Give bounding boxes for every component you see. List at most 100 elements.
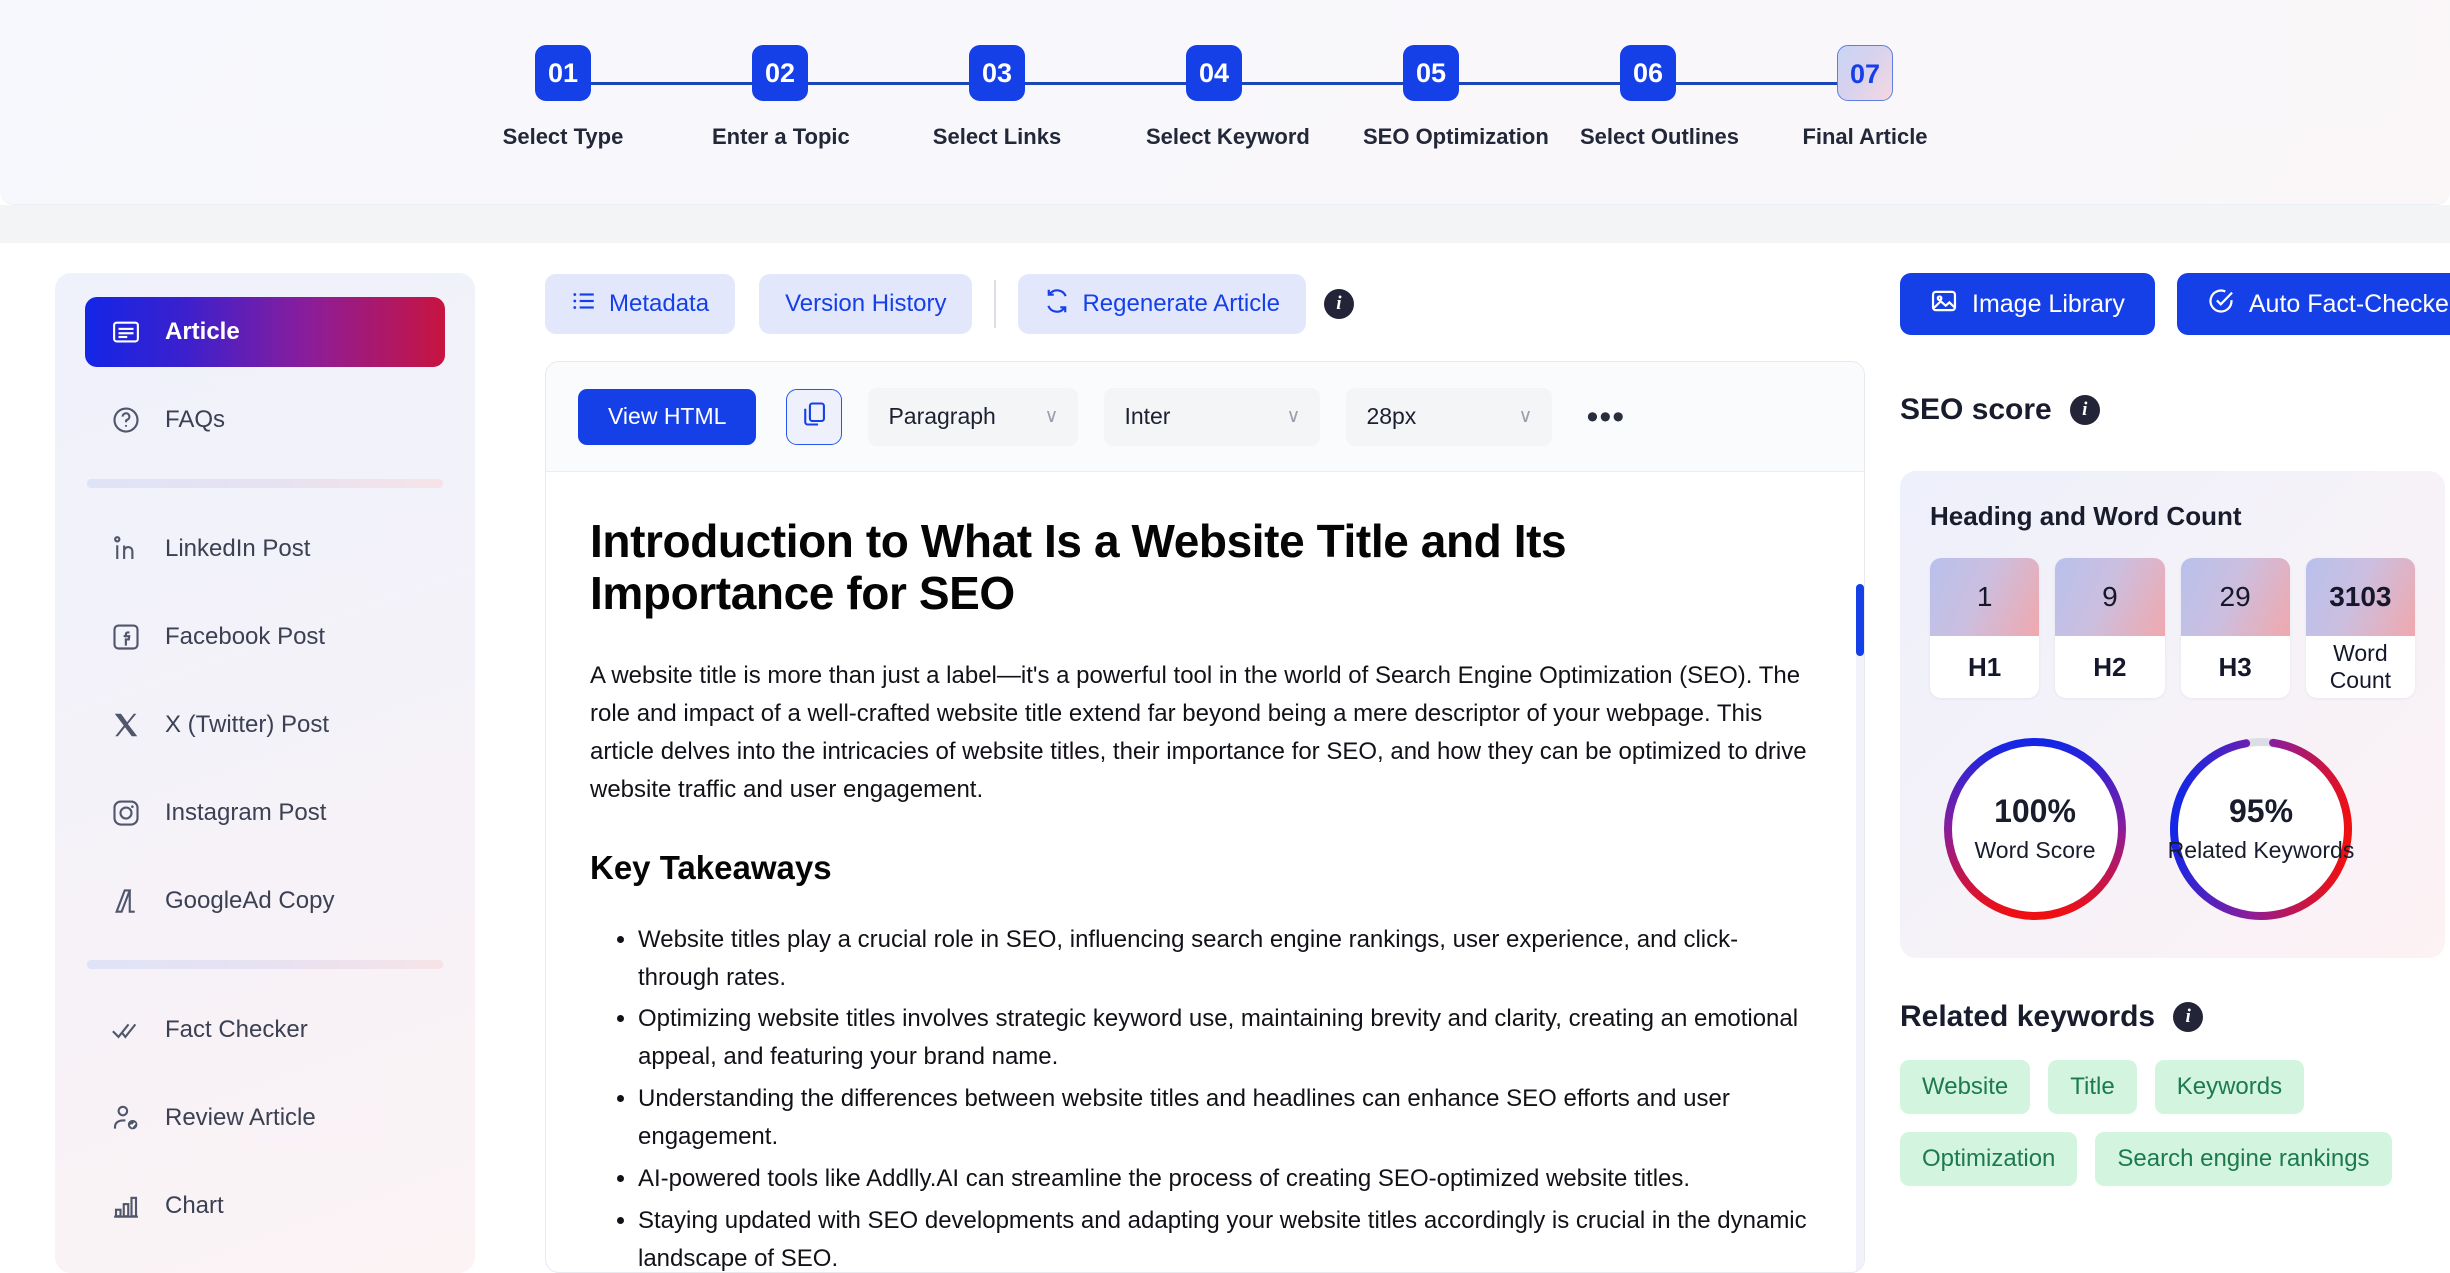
sidebar-item-instagram-post[interactable]: Instagram Post <box>85 778 445 848</box>
metadata-label: Metadata <box>609 290 710 317</box>
gauge-center: 95% Related Keywords <box>2166 734 2356 924</box>
count-value: 9 <box>2055 558 2165 636</box>
sidebar: Article FAQs LinkedIn Post Facebook Post <box>55 273 475 1273</box>
step-7-badge[interactable]: 07 <box>1837 45 1893 101</box>
step-3[interactable]: 03 Select Links <box>929 45 1065 150</box>
font-size-select[interactable]: 28px ∨ <box>1346 387 1553 446</box>
sidebar-item-faqs[interactable]: FAQs <box>85 385 445 455</box>
gauge-related-keywords: 95% Related Keywords <box>2166 734 2356 924</box>
sidebar-item-label: FAQs <box>165 406 226 433</box>
seo-score-header: SEO score i <box>1900 393 2450 427</box>
image-library-label: Image Library <box>1972 289 2125 318</box>
step-5-badge[interactable]: 05 <box>1403 45 1459 101</box>
stepper: 01 Select Type 02 Enter a Topic 03 Select L… <box>495 45 1928 170</box>
step-3-badge[interactable]: 03 <box>969 45 1025 101</box>
step-2[interactable]: 02 Enter a Topic <box>712 45 850 150</box>
metadata-button[interactable]: Metadata <box>545 274 736 334</box>
block-type-value: Paragraph <box>888 403 996 429</box>
main-body: Article FAQs LinkedIn Post Facebook Post <box>0 243 2450 1273</box>
copy-icon <box>800 400 828 433</box>
view-html-button[interactable]: View HTML <box>578 388 757 445</box>
sidebar-item-chart[interactable]: Chart <box>85 1171 445 1241</box>
article-section-heading: Key Takeaways <box>590 848 832 886</box>
facebook-icon <box>109 620 143 654</box>
keyword-tag[interactable]: Search engine rankings <box>2095 1132 2392 1186</box>
right-action-bar: Image Library Auto Fact-Checker <box>1900 273 2450 335</box>
regenerate-article-label: Regenerate Article <box>1082 290 1280 317</box>
stepper-header: 01 Select Type 02 Enter a Topic 03 Select L… <box>0 0 2450 205</box>
sidebar-item-linkedin-post[interactable]: LinkedIn Post <box>85 514 445 584</box>
linkedin-icon <box>109 532 143 566</box>
sidebar-item-x-twitter-post[interactable]: X (Twitter) Post <box>85 690 445 760</box>
step-2-label: Enter a Topic <box>712 124 850 149</box>
sidebar-item-label: Article <box>165 318 240 345</box>
count-label: H2 <box>2093 651 2127 682</box>
count-value: 29 <box>2180 558 2290 636</box>
step-6-badge[interactable]: 06 <box>1620 45 1676 101</box>
sidebar-divider-2 <box>87 960 443 969</box>
keyword-tag[interactable]: Title <box>2048 1060 2137 1114</box>
block-type-select[interactable]: Paragraph ∨ <box>868 387 1079 446</box>
keyword-tag[interactable]: Website <box>1900 1060 2031 1114</box>
sidebar-item-fact-checker[interactable]: Fact Checker <box>85 995 445 1065</box>
sidebar-item-facebook-post[interactable]: Facebook Post <box>85 602 445 672</box>
step-1[interactable]: 01 Select Type <box>495 45 631 150</box>
version-history-button[interactable]: Version History <box>759 274 973 334</box>
user-check-icon <box>109 1101 143 1135</box>
sidebar-item-googlead-copy[interactable]: GoogleAd Copy <box>85 866 445 936</box>
sidebar-divider-1 <box>87 479 443 488</box>
keyword-tag[interactable]: Optimization <box>1900 1132 2078 1186</box>
auto-fact-checker-button[interactable]: Auto Fact-Checker <box>2176 273 2450 335</box>
seo-score-info-icon[interactable]: i <box>2069 395 2100 425</box>
step-5[interactable]: 05 SEO Optimization <box>1363 45 1549 150</box>
keyword-tag[interactable]: Keywords <box>2154 1060 2305 1114</box>
step-7[interactable]: 07 Final Article <box>1797 45 1933 150</box>
list-item: Website titles play a crucial role in SE… <box>638 921 1814 997</box>
more-options-button[interactable]: ••• <box>1586 400 1625 434</box>
article-editor-card: View HTML Paragraph ∨ Inter ∨ 28px ∨ •••… <box>545 361 1865 1273</box>
double-check-icon <box>109 1013 143 1047</box>
regenerate-info-icon[interactable]: i <box>1323 289 1354 319</box>
font-family-value: Inter <box>1124 403 1171 429</box>
step-4-label: Select Keyword <box>1146 124 1310 149</box>
editor-scrollbar-thumb[interactable] <box>1856 584 1864 656</box>
editor-scrollbar-track[interactable] <box>1856 584 1864 1272</box>
count-label: H1 <box>1968 651 2002 682</box>
format-bar: View HTML Paragraph ∨ Inter ∨ 28px ∨ ••• <box>546 362 1864 472</box>
chevron-down-icon: ∨ <box>1286 406 1301 427</box>
count-label: H3 <box>2218 651 2252 682</box>
copy-button[interactable] <box>786 388 843 445</box>
count-card-h3: 29 H3 <box>2180 558 2290 698</box>
sidebar-item-review-article[interactable]: Review Article <box>85 1083 445 1153</box>
sidebar-item-label: Instagram Post <box>165 799 327 826</box>
count-card-h2: 9 H2 <box>2055 558 2165 698</box>
sidebar-item-label: GoogleAd Copy <box>165 887 335 914</box>
step-7-label: Final Article <box>1802 124 1928 149</box>
editor-toolbar: Metadata Version History Regenerate Arti… <box>545 273 1865 335</box>
refresh-icon <box>1044 288 1070 321</box>
version-history-label: Version History <box>785 290 947 317</box>
bar-chart-icon <box>109 1189 143 1223</box>
key-takeaways-list: Website titles play a crucial role in SE… <box>638 921 1814 1272</box>
image-library-button[interactable]: Image Library <box>1900 273 2155 335</box>
related-keywords-title: Related keywords <box>1900 1000 2156 1033</box>
count-label: Word Count <box>2329 640 2392 693</box>
step-2-badge[interactable]: 02 <box>752 45 808 101</box>
article-icon <box>109 315 143 349</box>
list-item: AI-powered tools like Addlly.AI can stre… <box>638 1160 1814 1198</box>
step-1-label: Select Type <box>502 124 624 149</box>
step-4[interactable]: 04 Select Keyword <box>1146 45 1310 150</box>
step-4-badge[interactable]: 04 <box>1186 45 1242 101</box>
google-ad-icon <box>109 884 143 918</box>
sidebar-item-article[interactable]: Article <box>85 297 445 367</box>
font-family-select[interactable]: Inter ∨ <box>1104 387 1321 446</box>
related-keywords-info-icon[interactable]: i <box>2173 1002 2204 1032</box>
seo-score-panel: SEO score i Heading and Word Count 1 H1 … <box>1900 393 2450 1186</box>
step-1-badge[interactable]: 01 <box>535 45 591 101</box>
regenerate-article-button[interactable]: Regenerate Article <box>1018 274 1306 334</box>
x-twitter-icon <box>109 708 143 742</box>
step-5-label: SEO Optimization <box>1363 124 1549 149</box>
count-card-h1: 1 H1 <box>1930 558 2040 698</box>
article-document[interactable]: Introduction to What Is a Website Title … <box>546 472 1864 1272</box>
step-6[interactable]: 06 Select Outlines <box>1580 45 1739 150</box>
